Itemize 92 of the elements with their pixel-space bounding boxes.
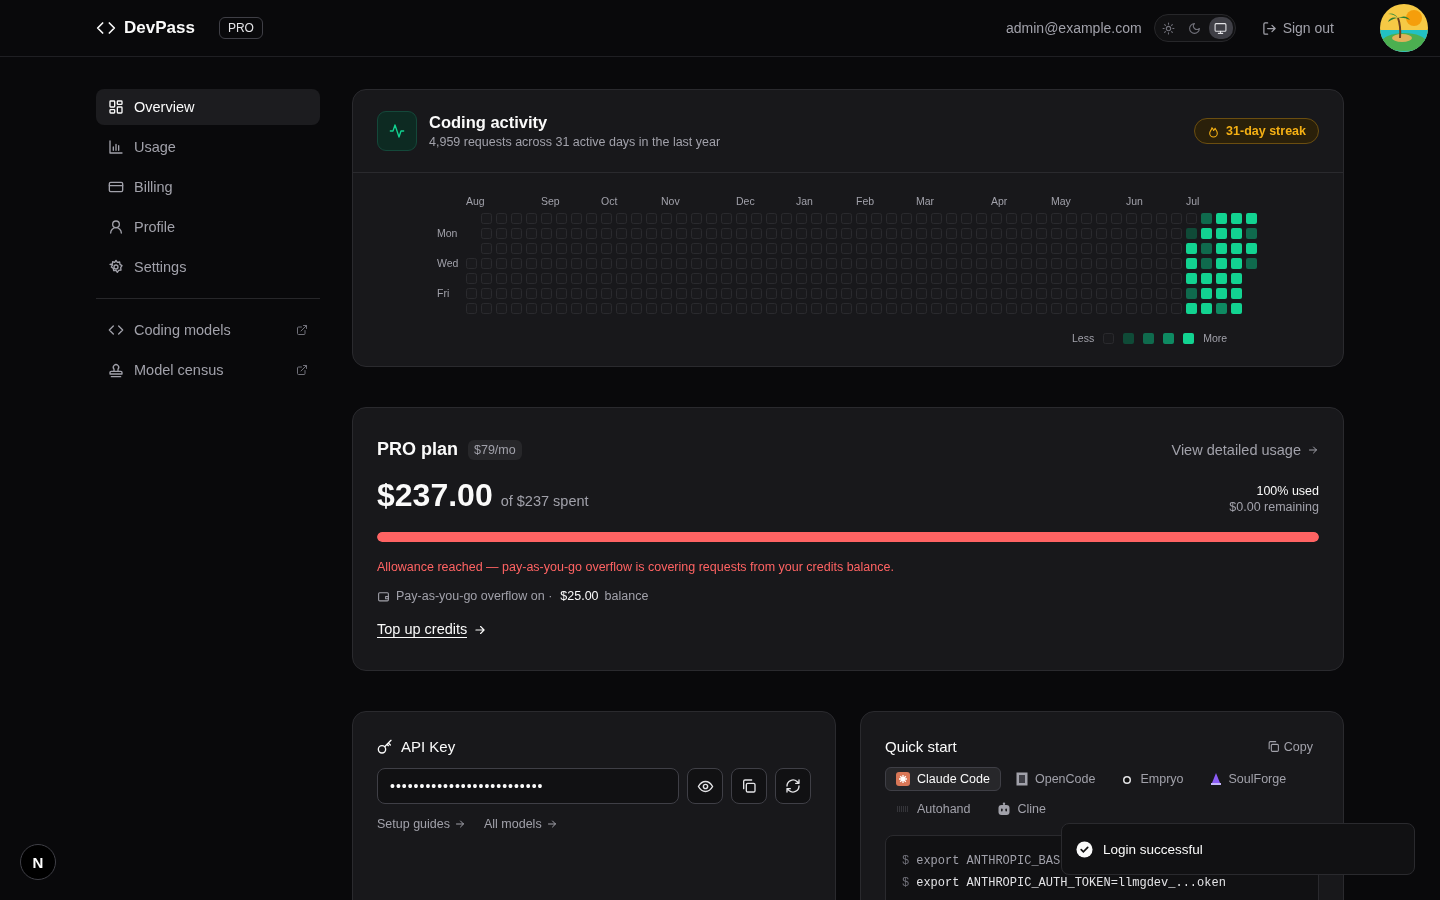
month-label: Aug (466, 195, 485, 207)
month-label: Nov (661, 195, 680, 207)
card-title: Quick start (885, 738, 957, 755)
sign-out-button[interactable]: Sign out (1257, 16, 1338, 40)
warning-text: Allowance reached — pay-as-you-go overflow is covering requests from your credits balance. (377, 560, 895, 574)
day-label: Wed (437, 258, 460, 269)
spent-note: of $237 spent (500, 493, 589, 509)
plan-title: PRO plan (377, 439, 458, 460)
day-label: Fri (437, 288, 451, 299)
guide-link[interactable]: Setup guides (377, 817, 466, 831)
copy-button[interactable] (731, 768, 767, 804)
overflow-label: Pay-as-you-go overflow on · (396, 589, 553, 603)
copy-icon (741, 778, 757, 794)
tool-tab[interactable]: Cline (985, 797, 1058, 821)
key-icon (377, 738, 393, 755)
tool-tab[interactable]: SoulForge (1198, 767, 1298, 791)
show-key-button[interactable] (687, 768, 723, 804)
month-label: Mar (916, 195, 935, 207)
day-label: Mon (437, 228, 459, 239)
shell-prompt: $ (902, 854, 910, 868)
user-icon (108, 219, 124, 235)
tool-tab[interactable]: Empryo (1110, 767, 1195, 791)
legend-label: More (1203, 332, 1228, 344)
month-label: Apr (991, 195, 1008, 207)
sign-out-icon (1261, 20, 1277, 36)
stamp-icon (108, 362, 124, 378)
card-title: Coding activity (429, 113, 549, 132)
sidebar-item[interactable]: Billing (96, 169, 320, 205)
month-label: Oct (601, 195, 618, 207)
code-icon (108, 322, 124, 338)
spent-amount: $237.00 (377, 477, 493, 514)
moon-icon (1188, 21, 1202, 35)
dev-badge[interactable]: N (20, 844, 56, 880)
card-subtitle: 4,959 requests across 31 active days in the last year (429, 135, 721, 149)
arrow-right-icon (454, 818, 466, 830)
month-label: Feb (856, 195, 875, 207)
month-label: Jun (1126, 195, 1143, 207)
legend-label: Less (1072, 332, 1095, 344)
sidebar-item[interactable]: Overview (96, 89, 320, 125)
settings-icon (108, 259, 124, 275)
sun-icon (1162, 21, 1176, 35)
plan-badge: PRO (218, 17, 263, 39)
arrow-right-icon (545, 818, 558, 830)
copy-button[interactable]: Copy (1260, 738, 1319, 755)
month-label: Dec (736, 195, 755, 207)
theme-button[interactable] (1208, 17, 1233, 39)
external-link-icon (296, 324, 308, 336)
brand-name[interactable]: DevPass (124, 18, 195, 38)
remaining-amount: $0.00 remaining (1229, 500, 1319, 514)
details-link[interactable]: View detailed usage (1171, 441, 1319, 458)
api-key-field[interactable]: •••••••••••••••••••••••••• (377, 768, 679, 804)
month-label: Sep (541, 195, 560, 207)
monitor-icon (1214, 21, 1228, 35)
guide-link[interactable]: All models (484, 817, 558, 831)
pulse-icon (389, 123, 405, 139)
user-email: admin@example.com (1006, 20, 1142, 36)
wallet-icon (377, 589, 390, 603)
code-line: export ANTHROPIC_BAS (916, 854, 1061, 868)
flame-icon (1207, 124, 1221, 138)
robot-icon (996, 802, 1011, 816)
price-badge: $79/mo (468, 439, 522, 460)
streak-badge: 31-day streak (1194, 118, 1319, 144)
refresh-icon (785, 778, 801, 794)
month-label: Jul (1186, 195, 1200, 207)
code-line: export ANTHROPIC_AUTH_TOKEN=llmgdev_...oken (916, 876, 1226, 890)
square-icon (1015, 772, 1028, 786)
check-circle-icon (1076, 840, 1093, 858)
toast-message: Login successful (1103, 841, 1203, 857)
copy-icon (1266, 740, 1280, 753)
sidebar-item[interactable]: Usage (96, 129, 320, 165)
sidebar-link[interactable]: Model census (96, 352, 320, 388)
usage-percent: 100% used (1255, 484, 1319, 498)
regenerate-button[interactable] (775, 768, 811, 804)
sidebar-link[interactable]: Coding models (96, 312, 320, 348)
sunburst-icon (896, 772, 910, 786)
arrow-right-icon (1307, 443, 1319, 456)
credit-card-icon (108, 179, 124, 195)
sidebar-item[interactable]: Profile (96, 209, 320, 245)
tool-tab[interactable]: Autohand (885, 797, 982, 821)
shell-prompt: $ (902, 876, 910, 890)
card-title: API Key (401, 738, 456, 755)
bar-chart-icon (108, 139, 124, 155)
balance-amount: $25.00 (560, 589, 599, 603)
month-label: Jan (796, 195, 813, 207)
tool-tab[interactable]: OpenCode (1004, 767, 1107, 791)
grid-icon (108, 99, 124, 115)
top-up-link[interactable]: Top up credits (377, 621, 488, 638)
sidebar-item[interactable]: Settings (96, 249, 320, 285)
external-link-icon (296, 364, 308, 376)
month-label: May (1051, 195, 1071, 207)
tool-tab[interactable]: Claude Code (885, 767, 1001, 791)
balance-label: balance (604, 589, 649, 603)
